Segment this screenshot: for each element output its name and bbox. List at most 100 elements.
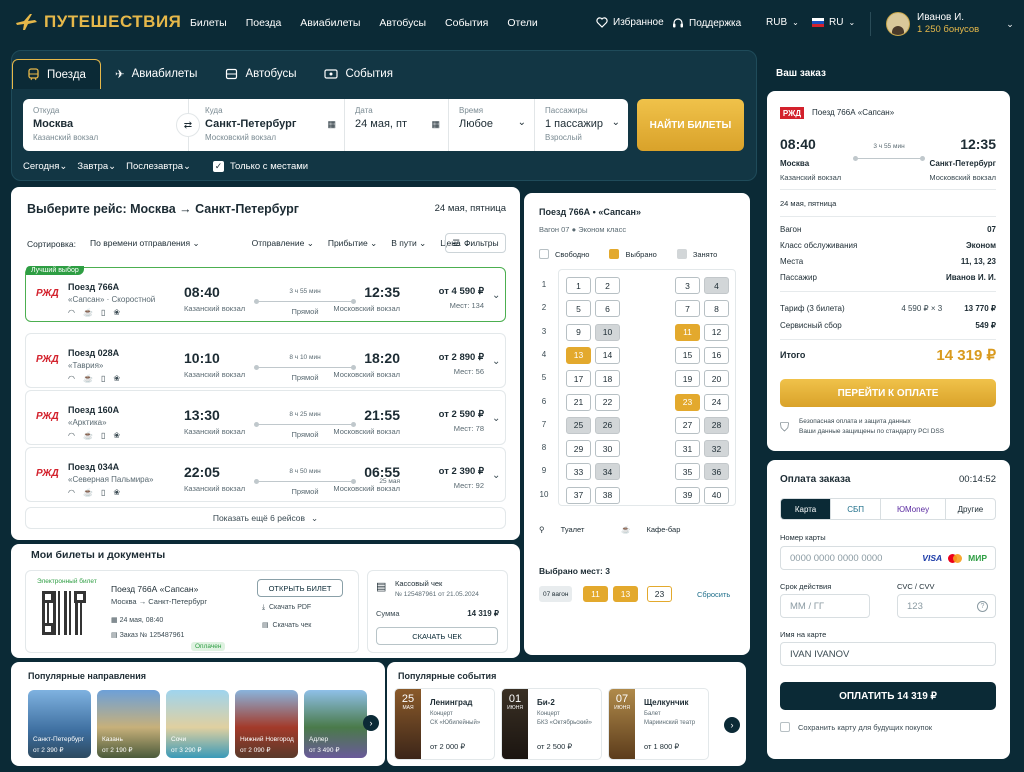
chevron-down-icon[interactable]: ⌄ — [492, 356, 500, 367]
destination-card[interactable]: Санкт-Петербург от 2 390 ₽ — [28, 690, 91, 758]
method-card[interactable]: Карта — [781, 499, 831, 519]
language-select[interactable]: RU ⌄ — [812, 17, 855, 28]
nav-tickets[interactable]: Билеты — [190, 17, 227, 29]
seat[interactable]: 29 — [566, 440, 591, 458]
seat[interactable]: 23 — [675, 393, 700, 411]
seat[interactable]: 3 — [675, 277, 700, 294]
seat[interactable]: 36 — [704, 463, 729, 481]
destination-card[interactable]: Сочи от 3 290 ₽ — [166, 690, 229, 758]
chosen-seat-chip[interactable]: 13 — [613, 586, 638, 602]
nav-trains[interactable]: Поезда — [246, 17, 282, 29]
event-card[interactable]: 07 ИЮНЯ Щелкунчик Балет Мариинский театр от 1… — [608, 688, 709, 760]
seat[interactable]: 24 — [704, 393, 729, 411]
seat[interactable]: 17 — [566, 370, 591, 388]
sort-duration[interactable]: В пути ⌄ — [391, 238, 426, 249]
to-field[interactable]: Куда Санкт-Петербург Московский вокзал ▦ — [189, 99, 345, 151]
seat[interactable]: 39 — [675, 486, 700, 504]
next-arrow-button[interactable]: › — [724, 717, 740, 733]
passengers-field[interactable]: Пассажиры 1 пассажир Взрослый ⌄ — [535, 99, 628, 151]
tab-trains[interactable]: Поезда — [12, 59, 101, 89]
sort-arrival[interactable]: Прибытие ⌄ — [328, 238, 377, 249]
seat[interactable]: 13 — [566, 346, 591, 364]
find-tickets-button[interactable]: НАЙТИ БИЛЕТЫ — [637, 99, 744, 151]
time-field[interactable]: Время Любое ⌄ — [449, 99, 535, 151]
sort-select[interactable]: По времени отправления ⌄ — [90, 238, 200, 249]
seat[interactable]: 15 — [675, 346, 700, 364]
chevron-down-icon[interactable]: ⌄ — [492, 413, 500, 424]
seat[interactable]: 19 — [675, 370, 700, 388]
seat[interactable]: 16 — [704, 346, 729, 364]
favorites-link[interactable]: Избранное — [596, 17, 664, 28]
seat[interactable]: 31 — [675, 440, 700, 458]
nav-buses[interactable]: Автобусы — [379, 17, 426, 29]
chevron-down-icon[interactable]: ⌄ — [492, 290, 500, 301]
quick-tomorrow[interactable]: Завтра⌄ — [77, 161, 116, 172]
date-field[interactable]: Дата 24 мая, пт ▦ — [345, 99, 449, 151]
destination-card[interactable]: Нижний Новгород от 2 090 ₽ — [235, 690, 298, 758]
seat[interactable]: 30 — [595, 440, 620, 458]
nav-avia[interactable]: Авиабилеты — [300, 17, 360, 29]
chevron-down-icon[interactable]: ⌄ — [492, 470, 500, 481]
pay-button[interactable]: ОПЛАТИТЬ 14 319 ₽ — [780, 682, 996, 710]
seat[interactable]: 37 — [566, 486, 591, 504]
seat[interactable]: 21 — [566, 393, 591, 411]
seats-only-checkbox[interactable]: ✓ Только с местами — [212, 161, 308, 172]
seat[interactable]: 10 — [595, 323, 620, 341]
swap-button[interactable]: ⇄ — [176, 113, 200, 137]
seat[interactable]: 20 — [704, 370, 729, 388]
filters-button[interactable]: ☰ Фильтры — [445, 233, 506, 253]
seat[interactable]: 8 — [704, 300, 729, 318]
seat[interactable]: 12 — [704, 323, 729, 341]
seat[interactable]: 9 — [566, 323, 591, 341]
quick-after-tomorrow[interactable]: Послезавтра⌄ — [126, 161, 191, 172]
seat[interactable]: 35 — [675, 463, 700, 481]
download-receipt-button[interactable]: СКАЧАТЬ ЧЕК — [376, 627, 498, 645]
train-row[interactable]: Лучший выбор РЖД Поезд 766А «Сапсан» · Скор… — [25, 266, 506, 322]
seat[interactable]: 40 — [704, 486, 729, 504]
card-number-input[interactable]: 0000 0000 0000 0000 VISA МИР — [780, 546, 996, 570]
seat[interactable]: 6 — [595, 300, 620, 318]
seat[interactable]: 26 — [595, 416, 620, 434]
cvc-input[interactable]: 123? — [897, 594, 996, 618]
support-link[interactable]: Поддержка — [672, 17, 741, 29]
destination-card[interactable]: Адлер от 3 490 ₽ — [304, 690, 367, 758]
seat[interactable]: 38 — [595, 486, 620, 504]
sort-departure[interactable]: Отправление ⌄ — [252, 238, 314, 249]
tab-events[interactable]: События — [310, 59, 406, 89]
currency-select[interactable]: RUB ⌄ — [766, 17, 799, 28]
seat[interactable]: 2 — [595, 277, 620, 294]
cardholder-input[interactable]: IVAN IVANOV — [780, 642, 996, 666]
nav-events[interactable]: События — [445, 17, 488, 29]
event-card[interactable]: 01 ИЮНЯ Би-2 Концерт БКЗ «Октябрьский» от 2 5… — [501, 688, 602, 760]
seat[interactable]: 11 — [675, 323, 700, 341]
train-row[interactable]: РЖД Поезд 034А «Северная Пальмира» ◠ ☕ ▯ ❀ 22:0… — [25, 447, 506, 502]
tab-buses[interactable]: Автобусы — [211, 59, 310, 89]
train-row[interactable]: РЖД Поезд 160А «Арктика» ◠ ☕ ▯ ❀ 13:30 Казанский… — [25, 390, 506, 445]
seat[interactable]: 5 — [566, 300, 591, 318]
event-card[interactable]: 25 МАЯ Ленинград Концерт СК «Юбилейный» от 2 … — [394, 688, 495, 760]
seat[interactable]: 25 — [566, 416, 591, 434]
open-ticket-button[interactable]: ОТКРЫТЬ БИЛЕТ — [257, 579, 343, 597]
seat[interactable]: 28 — [704, 416, 729, 434]
seat[interactable]: 1 — [566, 277, 591, 294]
method-other[interactable]: Другие — [944, 499, 995, 519]
reset-link[interactable]: Сбросить — [697, 590, 730, 599]
download-pdf-link[interactable]: ⤓ Скачать PDF — [262, 604, 311, 612]
next-arrow-button[interactable]: › — [363, 715, 379, 731]
chosen-seat-chip[interactable]: 23 — [647, 586, 672, 602]
nav-hotels[interactable]: Отели — [507, 17, 537, 29]
train-row[interactable]: РЖД Поезд 028А «Таврия» ◠ ☕ ▯ ❀ 10:10 Казанский … — [25, 333, 506, 388]
seat[interactable]: 14 — [595, 346, 620, 364]
expiry-input[interactable]: ММ / ГГ — [780, 594, 870, 618]
from-field[interactable]: Откуда Москва Казанский вокзал ⇄ — [23, 99, 200, 151]
seat[interactable]: 33 — [566, 463, 591, 481]
destination-card[interactable]: Казань от 2 190 ₽ — [97, 690, 160, 758]
show-more-button[interactable]: Показать ещё 6 рейсов ⌄ — [25, 507, 506, 529]
method-sbp[interactable]: СБП — [830, 499, 880, 519]
seat[interactable]: 4 — [704, 277, 729, 294]
go-to-payment-button[interactable]: ПЕРЕЙТИ К ОПЛАТЕ — [780, 379, 996, 407]
method-yoomoney[interactable]: ЮMoney — [880, 499, 945, 519]
logo[interactable]: ПУТЕШЕСТВИЯ — [14, 12, 181, 32]
tab-avia[interactable]: ✈ Авиабилеты — [101, 59, 212, 89]
chosen-seat-chip[interactable]: 11 — [583, 586, 608, 602]
